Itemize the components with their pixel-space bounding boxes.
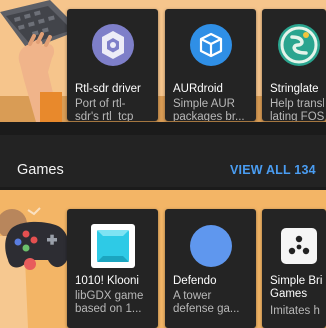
dice-icon xyxy=(276,223,322,269)
app-description: Port of rtl- sdr's rtl_tcp xyxy=(75,98,134,121)
app-name: 1010! Klooni xyxy=(75,275,139,287)
featured-banner-top: Rtl-sdr driver Port of rtl- sdr's rtl_tc… xyxy=(0,0,326,122)
app-name: AURdroid xyxy=(173,83,223,95)
cyan-block-icon xyxy=(90,223,136,269)
section-title: Games xyxy=(17,162,64,178)
games-section-header xyxy=(0,135,326,187)
view-all-games-link[interactable]: VIEW ALL 134 xyxy=(230,163,316,177)
app-card-1010-klooni[interactable]: 1010! Klooni libGDX game based on 1... xyxy=(67,209,158,328)
app-name: Stringlate xyxy=(270,83,319,95)
app-name: Rtl-sdr driver xyxy=(75,83,141,95)
app-description: libGDX game based on 1... xyxy=(75,290,144,315)
stringlate-icon xyxy=(276,22,322,68)
app-card-rtl-sdr-driver[interactable]: Rtl-sdr driver Port of rtl- sdr's rtl_tc… xyxy=(67,9,158,121)
app-card-defendo[interactable]: Defendo A tower defense ga... xyxy=(165,209,256,328)
app-name: Defendo xyxy=(173,275,217,287)
app-card-stringlate[interactable]: Stringlate Help transl lating FOSS xyxy=(262,9,326,121)
app-name: Simple Bri Games xyxy=(270,275,323,300)
app-description: Imitates h xyxy=(270,305,320,317)
app-description: Simple AUR packages br... xyxy=(173,98,245,121)
app-card-aurdroid[interactable]: AURdroid Simple AUR packages br... xyxy=(165,9,256,121)
app-card-simple-brain-games[interactable]: Simple Bri Games Imitates h xyxy=(262,209,326,328)
games-banner: 1010! Klooni libGDX game based on 1... D… xyxy=(0,190,326,328)
app-description: A tower defense ga... xyxy=(173,290,240,315)
package-cube-icon xyxy=(188,22,234,68)
rtl-sdr-icon xyxy=(90,22,136,68)
app-description: Help transl lating FOSS xyxy=(270,98,324,121)
blue-circle-icon xyxy=(188,223,234,269)
